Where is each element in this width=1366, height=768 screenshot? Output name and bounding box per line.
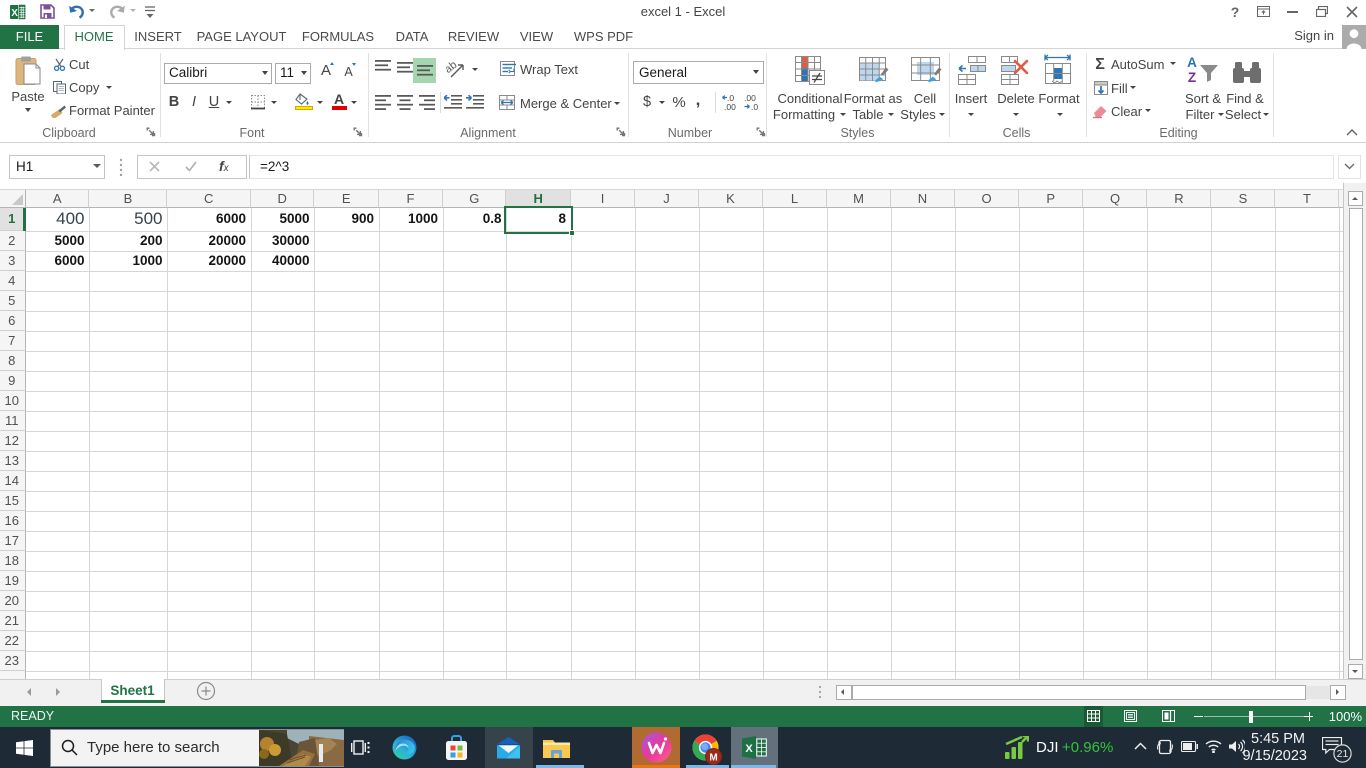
svg-text:21: 21 (1337, 748, 1349, 760)
svg-text:M: M (709, 753, 717, 764)
svg-text:X: X (745, 743, 753, 755)
svg-text:X: X (11, 8, 18, 19)
svg-text:.00: .00 (724, 102, 736, 111)
svg-text:ab: ab (446, 59, 459, 76)
